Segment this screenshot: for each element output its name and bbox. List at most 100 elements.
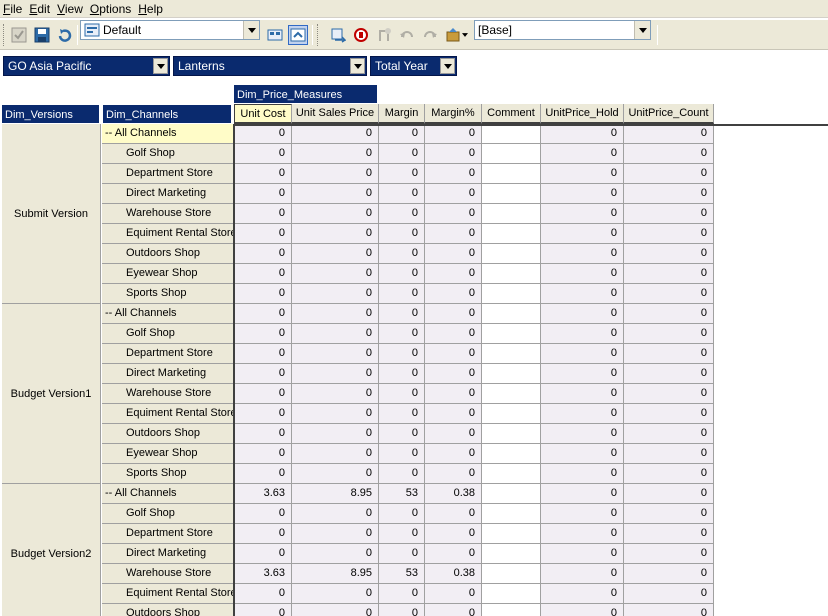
data-cell[interactable]: [482, 584, 541, 604]
data-cell[interactable]: 3.63: [234, 564, 292, 584]
spreading-icon[interactable]: [328, 25, 348, 45]
version-row-header[interactable]: Budget Version2: [2, 484, 101, 616]
data-cell[interactable]: 0: [379, 544, 425, 564]
data-cell[interactable]: [482, 404, 541, 424]
data-cell[interactable]: 0: [541, 564, 624, 584]
data-cell[interactable]: 0: [425, 284, 482, 304]
menu-item[interactable]: Edit: [26, 0, 54, 18]
data-cell[interactable]: 0: [624, 144, 714, 164]
data-cell[interactable]: 0: [624, 544, 714, 564]
data-cell[interactable]: 8.95: [292, 484, 379, 504]
data-cell[interactable]: [482, 364, 541, 384]
data-cell[interactable]: 0: [541, 324, 624, 344]
channel-row-header[interactable]: Equiment Rental Store: [102, 404, 233, 424]
data-cell[interactable]: 0: [425, 404, 482, 424]
channel-row-header[interactable]: -- All Channels: [102, 124, 233, 144]
checkmark-icon[interactable]: [9, 25, 29, 45]
data-cell[interactable]: 0: [234, 164, 292, 184]
data-cell[interactable]: [482, 244, 541, 264]
data-cell[interactable]: 0: [379, 324, 425, 344]
redo-icon[interactable]: [420, 25, 440, 45]
data-cell[interactable]: [482, 564, 541, 584]
menu-item[interactable]: View: [54, 0, 87, 18]
data-cell[interactable]: 0: [292, 204, 379, 224]
data-cell[interactable]: [482, 204, 541, 224]
data-cell[interactable]: 0: [425, 464, 482, 484]
data-cell[interactable]: 0: [425, 544, 482, 564]
data-cell[interactable]: 0: [379, 424, 425, 444]
data-cell[interactable]: 53: [379, 484, 425, 504]
data-cell[interactable]: 0: [624, 204, 714, 224]
data-cell[interactable]: 0: [379, 264, 425, 284]
channel-row-header[interactable]: Department Store: [102, 524, 233, 544]
data-cell[interactable]: 0: [425, 504, 482, 524]
data-cell[interactable]: 0: [541, 164, 624, 184]
chevron-down-icon[interactable]: [350, 58, 365, 74]
data-cell[interactable]: 0: [541, 344, 624, 364]
version-row-header[interactable]: Submit Version: [2, 124, 101, 304]
channel-row-header[interactable]: Golf Shop: [102, 324, 233, 344]
data-cell[interactable]: 0: [541, 384, 624, 404]
data-cell[interactable]: 0: [425, 264, 482, 284]
channel-row-header[interactable]: Sports Shop: [102, 464, 233, 484]
data-cell[interactable]: 0: [624, 564, 714, 584]
data-cell[interactable]: 0: [292, 304, 379, 324]
data-cell[interactable]: 0: [624, 504, 714, 524]
data-cell[interactable]: 0: [379, 224, 425, 244]
data-cell[interactable]: 0: [292, 244, 379, 264]
column-header[interactable]: UnitPrice_Count: [624, 104, 714, 124]
data-cell[interactable]: 0: [541, 284, 624, 304]
data-cell[interactable]: 0: [234, 324, 292, 344]
menu-item[interactable]: Help: [135, 0, 167, 18]
data-cell[interactable]: 0: [624, 524, 714, 544]
data-cell[interactable]: 0: [541, 124, 624, 144]
data-cell[interactable]: 0: [379, 344, 425, 364]
data-cell[interactable]: 0: [425, 164, 482, 184]
data-cell[interactable]: [482, 184, 541, 204]
data-cell[interactable]: 0: [425, 204, 482, 224]
data-cell[interactable]: [482, 164, 541, 184]
data-cell[interactable]: 0: [234, 464, 292, 484]
title-dim-product[interactable]: Lanterns: [173, 56, 367, 76]
subset-combo[interactable]: [Base]: [474, 20, 651, 40]
toolbar-grip[interactable]: [317, 24, 320, 46]
data-cell[interactable]: 0: [624, 284, 714, 304]
data-cell[interactable]: 0: [292, 404, 379, 424]
data-cell[interactable]: 0: [541, 524, 624, 544]
data-cell[interactable]: 0: [379, 604, 425, 616]
chevron-down-icon[interactable]: [153, 58, 168, 74]
channel-row-header[interactable]: Golf Shop: [102, 144, 233, 164]
automatic-recalc-icon[interactable]: [288, 25, 308, 45]
data-cell[interactable]: 0: [379, 124, 425, 144]
title-dim-region[interactable]: GO Asia Pacific: [3, 56, 170, 76]
data-cell[interactable]: 0: [541, 404, 624, 424]
data-cell[interactable]: 0: [541, 224, 624, 244]
data-cell[interactable]: [482, 124, 541, 144]
data-cell[interactable]: 0: [624, 484, 714, 504]
recalculate-icon[interactable]: [55, 25, 75, 45]
data-cell[interactable]: 0: [425, 524, 482, 544]
data-cell[interactable]: 0: [624, 364, 714, 384]
data-cell[interactable]: 0: [234, 404, 292, 424]
channel-row-header[interactable]: -- All Channels: [102, 484, 233, 504]
data-cell[interactable]: 0: [379, 184, 425, 204]
data-cell[interactable]: 0: [541, 204, 624, 224]
data-cell[interactable]: 0: [425, 604, 482, 616]
data-cell[interactable]: [482, 544, 541, 564]
data-cell[interactable]: 0: [541, 544, 624, 564]
data-cell[interactable]: 0: [425, 144, 482, 164]
column-header[interactable]: Unit Sales Price: [292, 104, 379, 124]
channel-row-header[interactable]: Warehouse Store: [102, 204, 233, 224]
title-dim-time[interactable]: Total Year: [370, 56, 457, 76]
save-icon[interactable]: [32, 25, 52, 45]
menu-item[interactable]: File: [0, 0, 26, 18]
data-cell[interactable]: 0: [234, 364, 292, 384]
data-cell[interactable]: 0: [234, 424, 292, 444]
data-cell[interactable]: 0: [541, 244, 624, 264]
data-cell[interactable]: [482, 284, 541, 304]
slice-icon[interactable]: [265, 25, 285, 45]
channel-row-header[interactable]: -- All Channels: [102, 304, 233, 324]
chevron-down-icon[interactable]: [243, 21, 259, 39]
data-cell[interactable]: 0: [541, 144, 624, 164]
data-cell[interactable]: [482, 464, 541, 484]
